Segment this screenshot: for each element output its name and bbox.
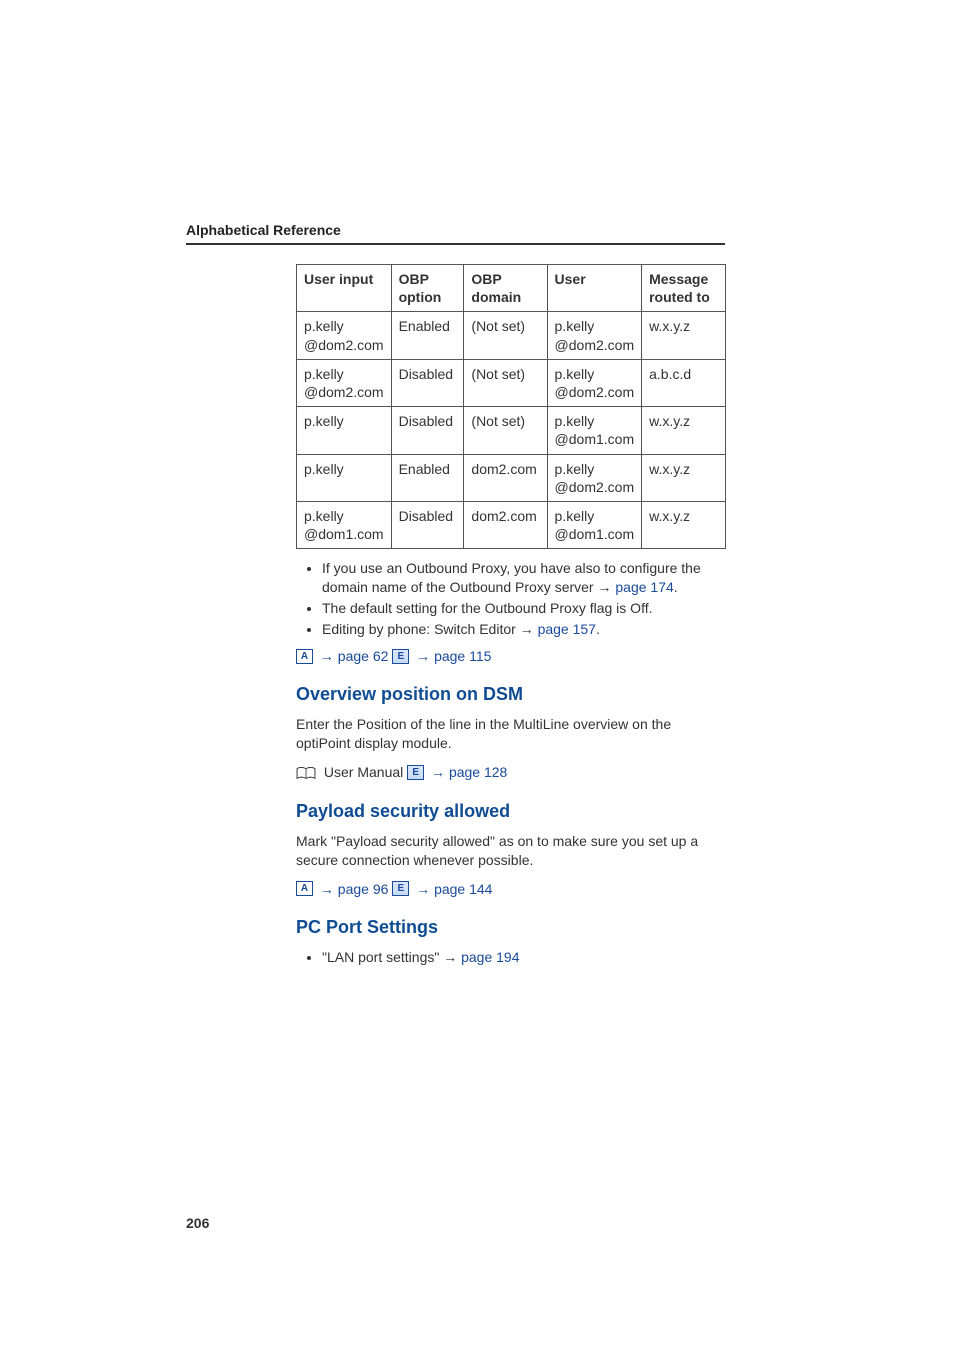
content-column: User input OBP option OBP domain User Me…	[296, 264, 726, 975]
e-icon: E	[392, 649, 409, 664]
arrow-icon: →	[416, 648, 430, 664]
table-header-row: User input OBP option OBP domain User Me…	[297, 265, 726, 312]
table-row: p.kelly @dom2.com Disabled (Not set) p.k…	[297, 359, 726, 406]
cross-reference: A → page 96 E → page 144	[296, 880, 726, 900]
page-link[interactable]: page 194	[461, 949, 519, 965]
cell: w.x.y.z	[642, 312, 726, 359]
arrow-icon: →	[416, 881, 430, 897]
table-row: p.kelly @dom2.com Enabled (Not set) p.ke…	[297, 312, 726, 359]
section-pcport-title: PC Port Settings	[296, 917, 726, 938]
cell: a.b.c.d	[642, 359, 726, 406]
list-item: Editing by phone: Switch Editor → page 1…	[322, 620, 726, 639]
cell: p.kelly @dom2.com	[547, 359, 642, 406]
cell: p.kelly @dom2.com	[297, 359, 392, 406]
cell: (Not set)	[464, 407, 547, 454]
list-item: "LAN port settings" → page 194	[322, 948, 726, 967]
cell: (Not set)	[464, 359, 547, 406]
table-row: p.kelly Disabled (Not set) p.kelly @dom1…	[297, 407, 726, 454]
text: .	[596, 621, 600, 637]
cell: p.kelly @dom2.com	[547, 454, 642, 501]
cell: p.kelly @dom1.com	[297, 501, 392, 548]
cell: p.kelly @dom2.com	[547, 312, 642, 359]
cell: Disabled	[391, 407, 464, 454]
running-head: Alphabetical Reference	[186, 222, 341, 238]
list-item: If you use an Outbound Proxy, you have a…	[322, 559, 726, 597]
section-overview-title: Overview position on DSM	[296, 684, 726, 705]
manual-reference: User Manual E → page 128	[296, 763, 726, 783]
cell: p.kelly @dom1.com	[547, 501, 642, 548]
section-overview-text: Enter the Position of the line in the Mu…	[296, 715, 726, 753]
e-icon: E	[407, 765, 424, 780]
notes-list: If you use an Outbound Proxy, you have a…	[296, 559, 726, 639]
page-link[interactable]: page 115	[434, 648, 491, 664]
arrow-icon: →	[431, 764, 445, 780]
cell: p.kelly	[297, 407, 392, 454]
page-number: 206	[186, 1215, 209, 1231]
cell: p.kelly @dom2.com	[297, 312, 392, 359]
col-message-routed: Message routed to	[642, 265, 726, 312]
cell: w.x.y.z	[642, 407, 726, 454]
section-payload-title: Payload security allowed	[296, 801, 726, 822]
header-rule	[186, 243, 725, 245]
arrow-icon: →	[320, 648, 334, 664]
page-link[interactable]: page 96	[338, 881, 389, 897]
col-user: User	[547, 265, 642, 312]
cell: w.x.y.z	[642, 501, 726, 548]
page-link[interactable]: page 128	[449, 764, 507, 780]
book-icon	[296, 766, 316, 779]
arrow-icon: →	[597, 579, 611, 595]
e-icon: E	[392, 881, 409, 896]
cell: w.x.y.z	[642, 454, 726, 501]
a-icon: A	[296, 649, 313, 664]
cell: Disabled	[391, 359, 464, 406]
text: Editing by phone: Switch Editor	[322, 621, 520, 637]
cell: Disabled	[391, 501, 464, 548]
text: "LAN port settings"	[322, 949, 443, 965]
arrow-icon: →	[320, 881, 334, 897]
a-icon: A	[296, 881, 313, 896]
arrow-icon: →	[520, 621, 534, 637]
cell: (Not set)	[464, 312, 547, 359]
col-obp-option: OBP option	[391, 265, 464, 312]
page-link[interactable]: page 62	[338, 648, 389, 664]
cell: dom2.com	[464, 454, 547, 501]
table-row: p.kelly @dom1.com Disabled dom2.com p.ke…	[297, 501, 726, 548]
col-user-input: User input	[297, 265, 392, 312]
cell: Enabled	[391, 312, 464, 359]
page-link[interactable]: page 174	[615, 579, 673, 595]
manual-label: User Manual	[324, 764, 407, 780]
text: .	[674, 579, 678, 595]
list-item: The default setting for the Outbound Pro…	[322, 599, 726, 618]
cell: p.kelly @dom1.com	[547, 407, 642, 454]
section-payload-text: Mark "Payload security allowed" as on to…	[296, 832, 726, 870]
col-obp-domain: OBP domain	[464, 265, 547, 312]
page-link[interactable]: page 157	[538, 621, 596, 637]
table-row: p.kelly Enabled dom2.com p.kelly @dom2.c…	[297, 454, 726, 501]
arrow-icon: →	[443, 949, 457, 965]
cell: Enabled	[391, 454, 464, 501]
pcport-list: "LAN port settings" → page 194	[296, 948, 726, 967]
page-link[interactable]: page 144	[434, 881, 492, 897]
page: Alphabetical Reference User input OBP op…	[0, 0, 954, 1351]
cell: p.kelly	[297, 454, 392, 501]
cell: dom2.com	[464, 501, 547, 548]
cross-reference: A → page 62 E → page 115	[296, 647, 726, 667]
routing-table: User input OBP option OBP domain User Me…	[296, 264, 726, 549]
